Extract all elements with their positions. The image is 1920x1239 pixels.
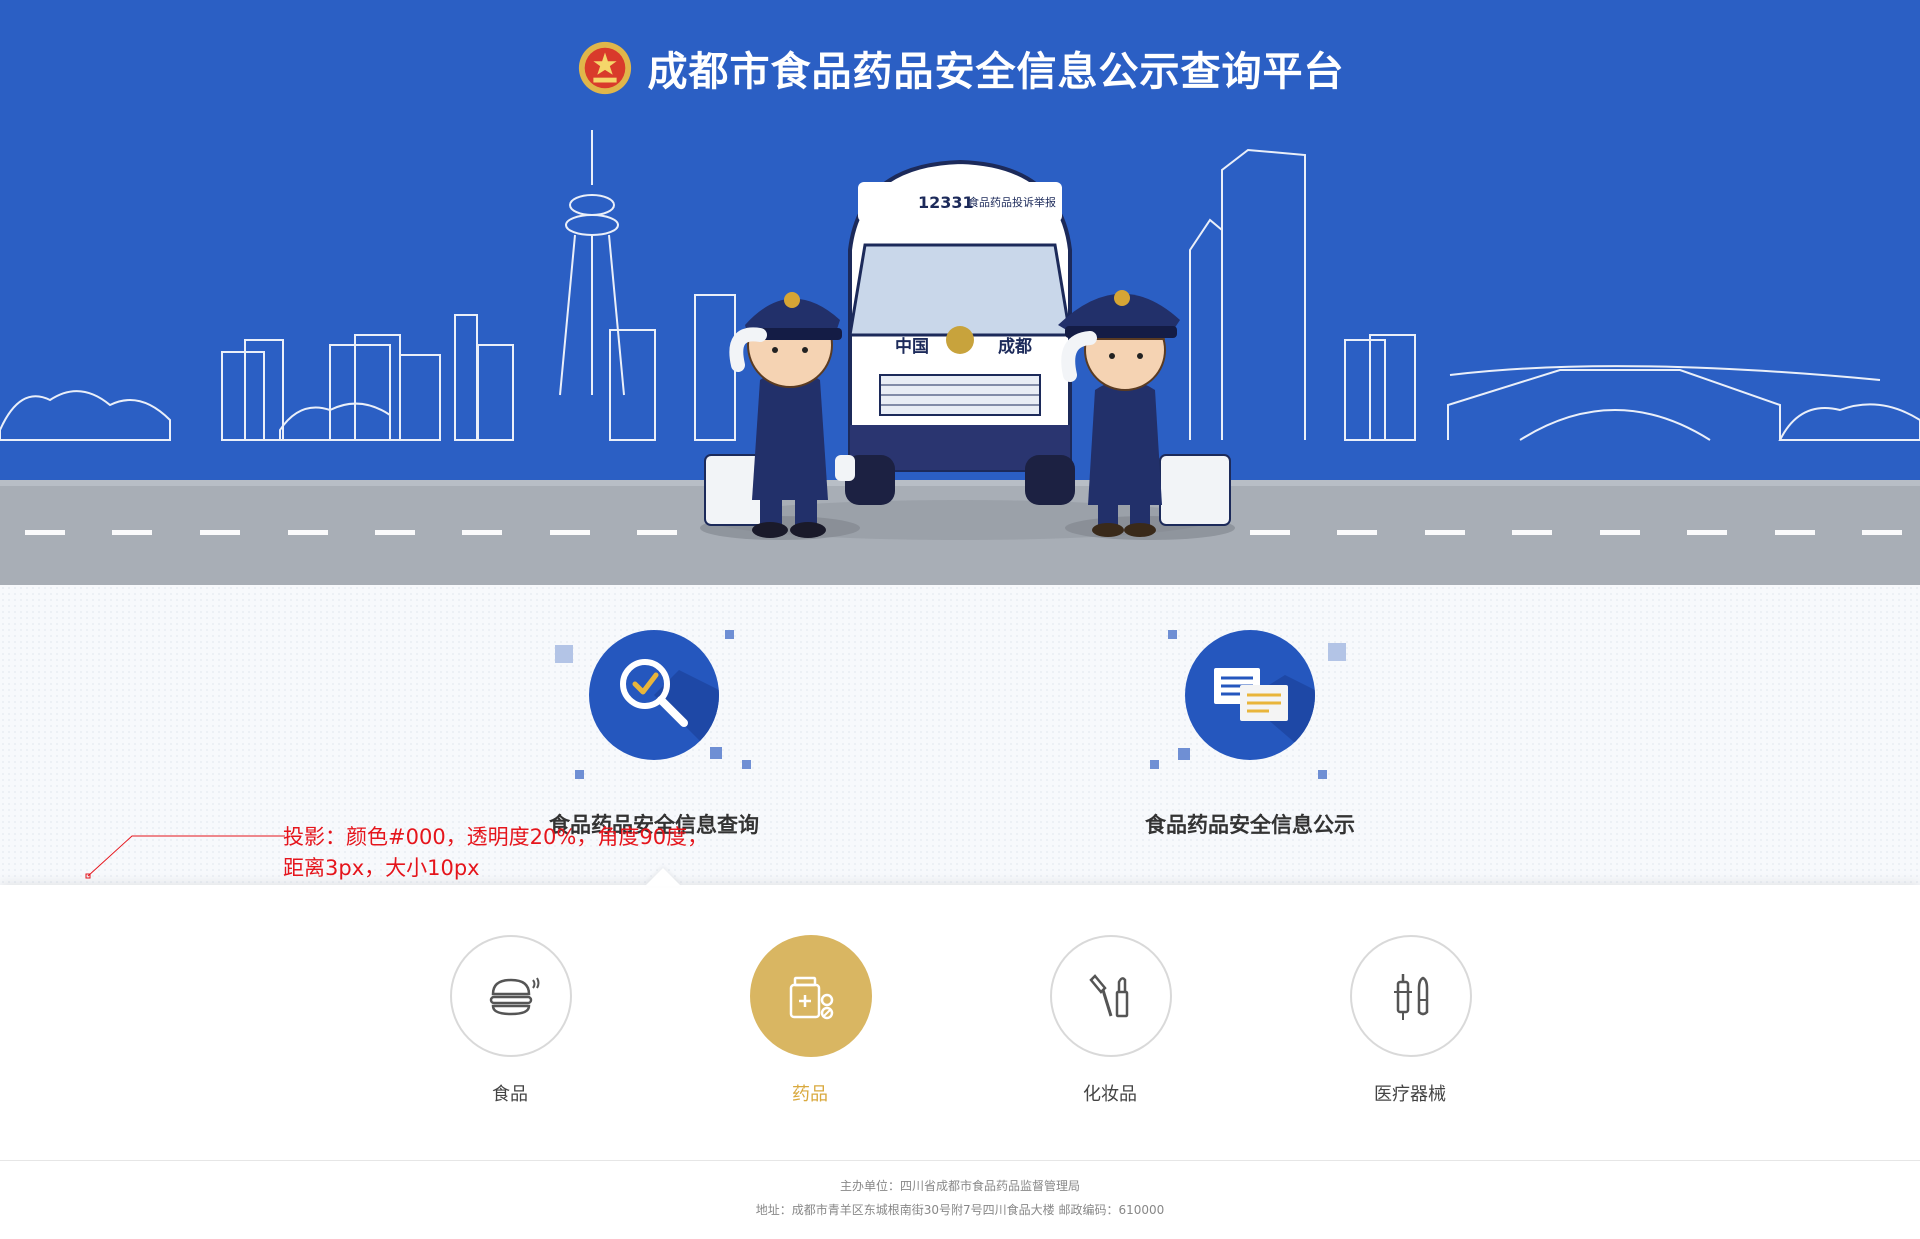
- van-side-left: 中国: [895, 336, 929, 357]
- category-medical-device[interactable]: 医疗器械: [1310, 885, 1510, 1105]
- van-plate-text: 食品药品投诉举报: [968, 195, 1056, 209]
- category-medicine-button[interactable]: [750, 935, 872, 1057]
- category-food-button[interactable]: [450, 935, 572, 1057]
- footer-organizer: 主办单位：四川省成都市食品药品监督管理局: [839, 1179, 1080, 1193]
- feature-publicity-label[interactable]: 食品药品安全信息公示: [1120, 809, 1380, 839]
- van-plate-number: 12331: [918, 193, 974, 212]
- category-medical-device-button[interactable]: [1350, 935, 1472, 1057]
- footer: 主办单位：四川省成都市食品药品监督管理局 地址：成都市青羊区东城根南街30号附7…: [0, 1160, 1920, 1239]
- category-cosmetics-label[interactable]: 化妆品: [1010, 1080, 1210, 1106]
- site-header: 成都市食品药品安全信息公示查询平台: [0, 38, 1920, 98]
- van-illustration: [845, 159, 1075, 505]
- page-title: 成都市食品药品安全信息公示查询平台: [647, 49, 1345, 95]
- feature-query-button[interactable]: [589, 630, 719, 760]
- category-food-label[interactable]: 食品: [410, 1080, 610, 1106]
- feature-query[interactable]: 食品药品安全信息查询: [524, 585, 784, 845]
- feature-publicity[interactable]: 食品药品安全信息公示: [1120, 585, 1380, 845]
- category-cosmetics[interactable]: 化妆品: [1010, 885, 1210, 1105]
- burger-icon: [489, 977, 540, 1016]
- medical-device-icon: [1394, 974, 1429, 1020]
- category-food[interactable]: 食品: [410, 885, 610, 1105]
- footer-address: 地址：成都市青羊区东城根南街30号附7号四川食品大楼 邮政编码：610000: [755, 1203, 1165, 1217]
- feature-publicity-button[interactable]: [1185, 630, 1315, 760]
- magnifier-check-icon: [620, 659, 719, 760]
- category-medicine-label[interactable]: 药品: [710, 1080, 910, 1106]
- cosmetics-icon: [1089, 974, 1129, 1018]
- category-panel: 食品 药品 化妆品 医疗器械: [0, 885, 1920, 1160]
- documents-icon: [1214, 668, 1315, 760]
- national-emblem-icon: [578, 41, 631, 95]
- category-medicine[interactable]: 药品: [710, 885, 910, 1105]
- van-side-right: 成都: [998, 336, 1032, 357]
- officer-right-illustration: [1058, 290, 1235, 540]
- annotation-leader-line: [85, 835, 285, 879]
- medicine-bottle-icon: [789, 976, 834, 1020]
- hero-banner: 12331 食品药品投诉举报 中国 成都 成都市食品药品安全信息公示查询平台: [0, 0, 1920, 585]
- category-medical-device-label[interactable]: 医疗器械: [1310, 1080, 1510, 1106]
- panel-pointer: [645, 868, 681, 886]
- category-cosmetics-button[interactable]: [1050, 935, 1172, 1057]
